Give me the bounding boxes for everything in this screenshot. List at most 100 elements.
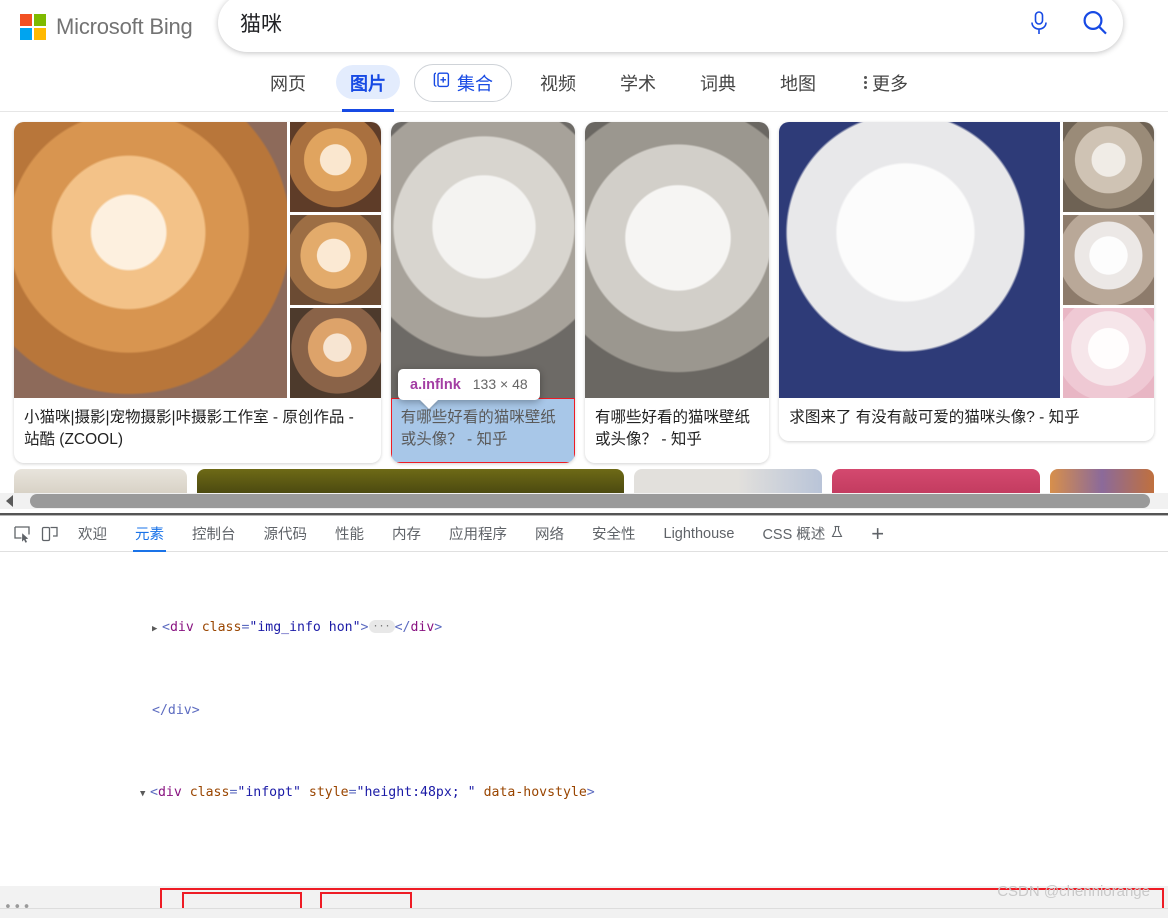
result-thumbnail[interactable] (585, 122, 770, 398)
search-query-text: 猫咪 (240, 13, 282, 36)
tab-lighthouse[interactable]: Lighthouse (650, 516, 749, 552)
search-input[interactable]: 猫咪 (218, 8, 1011, 38)
result-thumbnail[interactable] (390, 122, 576, 398)
tab-application[interactable]: 应用程序 (435, 516, 521, 552)
tab-label: CSS 概述 (762, 527, 826, 543)
tab-label: Lighthouse (663, 525, 735, 542)
result-card[interactable]: 有哪些好看的猫咪壁纸或头像？ - 知乎 (585, 122, 770, 463)
device-toolbar-icon[interactable] (36, 520, 64, 548)
thumb-strip (289, 122, 381, 398)
tab-label: 源代码 (263, 527, 308, 543)
microsoft-squares-icon (20, 14, 46, 40)
dom-attr: style (308, 784, 349, 800)
dom-line[interactable]: </div> (0, 701, 1168, 722)
result-thumbnail[interactable] (14, 122, 381, 398)
brand-label: Microsoft Bing (56, 14, 193, 39)
tooltip-dimensions: 133 × 48 (472, 376, 528, 392)
dom-attr: data-hovstyle (483, 784, 587, 800)
nav-item-videos[interactable]: 视频 (518, 54, 598, 112)
thumb-image (289, 215, 381, 305)
thumb-image (634, 469, 823, 493)
microsoft-bing-logo[interactable]: Microsoft Bing (20, 14, 193, 40)
add-panel-button[interactable]: + (857, 521, 898, 547)
tab-css-overview[interactable]: CSS 概述 (748, 516, 857, 552)
devtools-panel: 欢迎 元素 控制台 源代码 性能 内存 应用程序 网络 安全性 Lighthou… (0, 515, 1168, 918)
thumb-image (289, 308, 381, 398)
results-row: 小猫咪|摄影|宠物摄影|咔摄影工作室 - 原创作品 - 站酷 (ZCOOL) 有… (14, 122, 1155, 463)
tab-label: 安全性 (592, 527, 636, 543)
overflow-dots-icon (864, 76, 867, 89)
dom-value: "height:48px; " (356, 784, 476, 800)
tab-label: 应用程序 (449, 527, 507, 543)
nav-item-dictionary[interactable]: 词典 (678, 54, 758, 112)
tab-welcome[interactable]: 欢迎 (64, 516, 121, 552)
tab-security[interactable]: 安全性 (578, 516, 650, 552)
tab-label: 网络 (535, 527, 564, 543)
tab-console[interactable]: 控制台 (178, 516, 250, 552)
flask-icon (831, 525, 843, 543)
bing-nav: 网页 图片 集合 视频 学术 词典 地图 更多 (0, 54, 1168, 112)
thumb-image (1062, 215, 1155, 305)
browser-viewport: Microsoft Bing 猫咪 网页 图片 集合 视频 学术 词典 地图 更… (0, 0, 1168, 515)
tab-network[interactable]: 网络 (521, 516, 578, 552)
screenshot-root: Microsoft Bing 猫咪 网页 图片 集合 视频 学术 词典 地图 更… (0, 0, 1168, 918)
horizontal-scrollbar[interactable] (0, 493, 1168, 509)
thumb-image (832, 469, 1040, 493)
thumb-image (390, 122, 576, 398)
collapsed-content-icon[interactable]: ··· (368, 619, 395, 633)
dom-tag: div (157, 784, 182, 800)
dom-value: "infopt" (237, 784, 301, 800)
tab-sources[interactable]: 源代码 (250, 516, 322, 552)
active-underline (342, 108, 394, 112)
search-icon[interactable] (1067, 8, 1123, 38)
result-caption-highlighted: 有哪些好看的猫咪壁纸或头像？ - 知乎 (390, 396, 576, 463)
expand-triangle-icon[interactable] (152, 618, 162, 640)
result-caption: 求图来了 有没有敲可爱的猫咪头像? - 知乎 (789, 409, 1080, 426)
result-card[interactable]: 有哪些好看的猫咪壁纸或头像？ - 知乎 (390, 122, 576, 463)
result-caption: 小猫咪|摄影|宠物摄影|咔摄影工作室 - 原创作品 - 站酷 (ZCOOL) (24, 409, 354, 448)
tab-label: 欢迎 (78, 527, 107, 543)
tab-memory[interactable]: 内存 (378, 516, 435, 552)
thumb-image (1062, 308, 1155, 398)
dom-tree[interactable]: <div class="img_info hon">···</div> </di… (0, 552, 1168, 918)
nav-item-web[interactable]: 网页 (248, 54, 328, 112)
tab-label: 内存 (392, 527, 421, 543)
tab-elements[interactable]: 元素 (121, 516, 178, 552)
nav-label: 集合 (457, 73, 493, 94)
search-box[interactable]: 猫咪 (218, 0, 1123, 52)
dom-value: "img_info hon" (249, 619, 361, 635)
nav-label: 更多 (872, 73, 908, 94)
tab-performance[interactable]: 性能 (321, 516, 378, 552)
nav-label: 网页 (270, 73, 306, 94)
tab-label: 控制台 (192, 527, 236, 543)
results-row-partial (14, 469, 1154, 493)
inspect-element-icon[interactable] (8, 520, 36, 548)
collapse-triangle-icon[interactable] (140, 783, 150, 805)
thumb-image (1062, 122, 1155, 212)
thumb-image (196, 469, 625, 493)
nav-item-collections[interactable]: 集合 (414, 63, 512, 102)
thumb-strip (1062, 122, 1155, 398)
devtools-toolbar: 欢迎 元素 控制台 源代码 性能 内存 应用程序 网络 安全性 Lighthou… (0, 516, 1168, 552)
nav-label: 视频 (540, 73, 576, 94)
nav-item-images[interactable]: 图片 (328, 54, 408, 112)
nav-label: 图片 (350, 73, 386, 94)
thumb-image (14, 122, 287, 398)
dom-line[interactable]: <div class="infopt" style="height:48px; … (0, 783, 1168, 805)
tooltip-selector: a.inflnk (410, 377, 461, 393)
thumb-image (1049, 469, 1154, 493)
nav-item-more[interactable]: 更多 (838, 70, 908, 96)
dom-line[interactable]: <div class="img_info hon">···</div> (0, 618, 1168, 640)
microphone-icon[interactable] (1011, 10, 1067, 36)
dom-attr: class (201, 619, 242, 635)
result-card[interactable]: 求图来了 有没有敲可爱的猫咪头像? - 知乎 (779, 122, 1155, 441)
result-card[interactable]: 小猫咪|摄影|宠物摄影|咔摄影工作室 - 原创作品 - 站酷 (ZCOOL) (14, 122, 381, 463)
tab-label: 元素 (135, 527, 164, 543)
thumb-image (779, 122, 1060, 398)
result-thumbnail[interactable] (779, 122, 1155, 398)
nav-item-maps[interactable]: 地图 (758, 54, 838, 112)
scroll-left-arrow-icon[interactable] (6, 495, 13, 507)
thumb-image (14, 469, 187, 493)
scrollbar-thumb[interactable] (30, 494, 1150, 508)
nav-item-academic[interactable]: 学术 (598, 54, 678, 112)
